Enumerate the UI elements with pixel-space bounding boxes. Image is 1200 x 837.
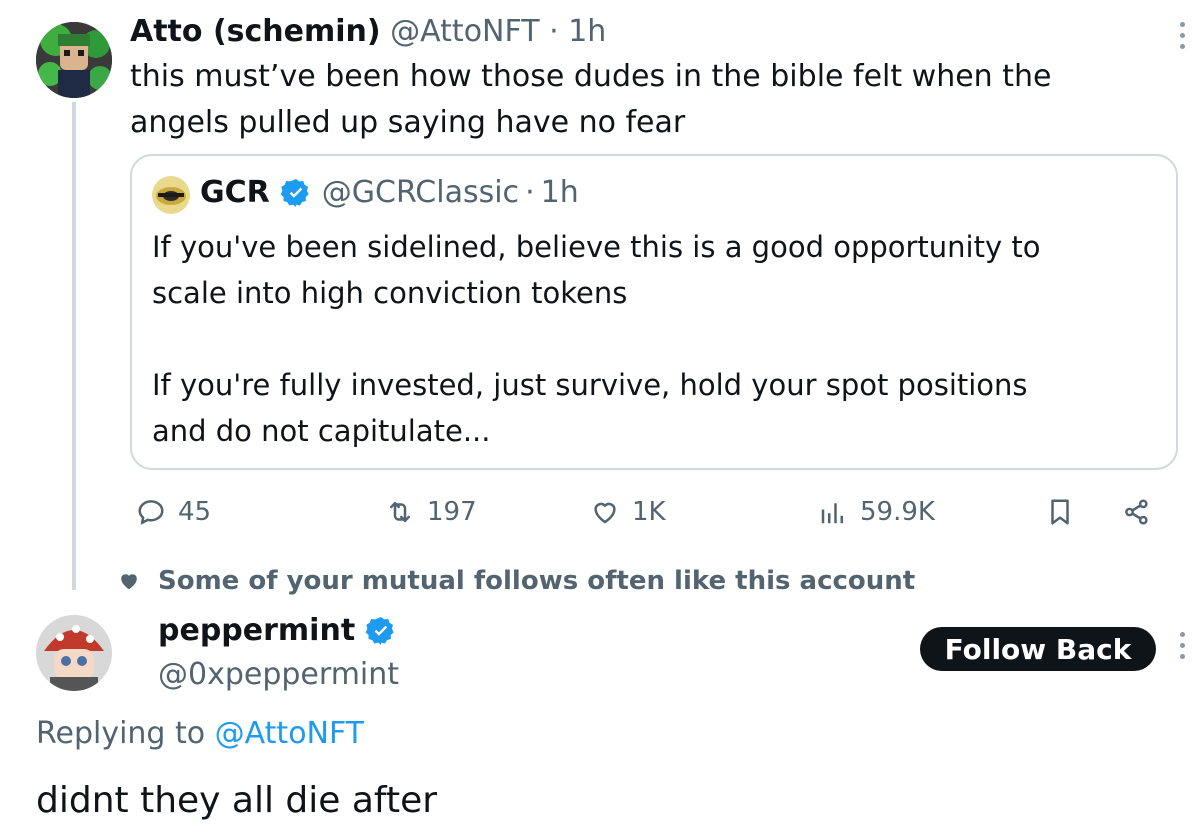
bookmark-icon <box>1051 499 1069 525</box>
speech-bubble-icon <box>138 500 164 525</box>
thread-line <box>72 102 76 590</box>
quote-text: If you've been sidelined, believe this i… <box>152 230 1041 448</box>
quote-separator-dot: · <box>525 175 535 210</box>
reply-author-handle[interactable]: @0xpeppermint <box>158 654 399 696</box>
heart-icon <box>594 502 616 524</box>
quote-time[interactable]: 1h <box>541 172 579 214</box>
quote-header: GCR @GCRClassic · 1h <box>200 172 579 214</box>
avatar-peppermint[interactable] <box>36 615 112 691</box>
verified-badge-icon <box>365 617 394 645</box>
tweet-header: Atto (schemin) @AttoNFT · 1h <box>130 12 606 52</box>
share-button[interactable] <box>1122 494 1152 530</box>
quote-author-name[interactable]: GCR <box>200 172 270 214</box>
replying-prefix: Replying to <box>36 716 215 751</box>
quote-author-handle[interactable]: @GCRClassic <box>322 172 519 214</box>
separator-dot: · <box>549 14 559 49</box>
more-options-icon[interactable] <box>1178 632 1188 664</box>
bar-chart-icon <box>821 503 843 524</box>
reply-count: 45 <box>178 497 212 527</box>
reply-author-name[interactable]: peppermint <box>158 610 355 652</box>
retweet-button[interactable]: 197 <box>385 494 477 530</box>
replying-to-link[interactable]: @AttoNFT <box>215 716 364 751</box>
more-options-icon[interactable] <box>1178 22 1188 54</box>
author-handle[interactable]: @AttoNFT <box>390 14 539 49</box>
retweet-icon <box>390 502 410 522</box>
views-button[interactable]: 59.9K <box>818 494 935 530</box>
like-button[interactable]: 1K <box>590 494 666 530</box>
like-count: 1K <box>632 497 666 527</box>
reply-author-row: peppermint <box>158 610 397 652</box>
replying-to: Replying to @AttoNFT <box>36 712 364 756</box>
social-context-text: Some of your mutual follows often like t… <box>158 566 916 596</box>
view-count: 59.9K <box>860 497 935 527</box>
reply-text: didnt they all die after <box>36 780 438 821</box>
avatar-atto[interactable] <box>36 22 112 98</box>
heart-filled-icon <box>121 574 137 590</box>
avatar-gcr[interactable] <box>152 176 190 214</box>
author-name[interactable]: Atto (schemin) <box>130 14 381 49</box>
tweet-text: this must’ve been how those dudes in the… <box>130 59 1052 140</box>
share-icon <box>1125 499 1148 525</box>
follow-back-button[interactable]: Follow Back <box>920 627 1156 671</box>
tweet-time[interactable]: 1h <box>568 14 606 49</box>
social-context: Some of your mutual follows often like t… <box>118 563 915 599</box>
retweet-count: 197 <box>427 497 477 527</box>
bookmark-button[interactable] <box>1045 494 1075 530</box>
verified-badge-icon <box>280 179 309 207</box>
reply-button[interactable]: 45 <box>136 494 211 530</box>
